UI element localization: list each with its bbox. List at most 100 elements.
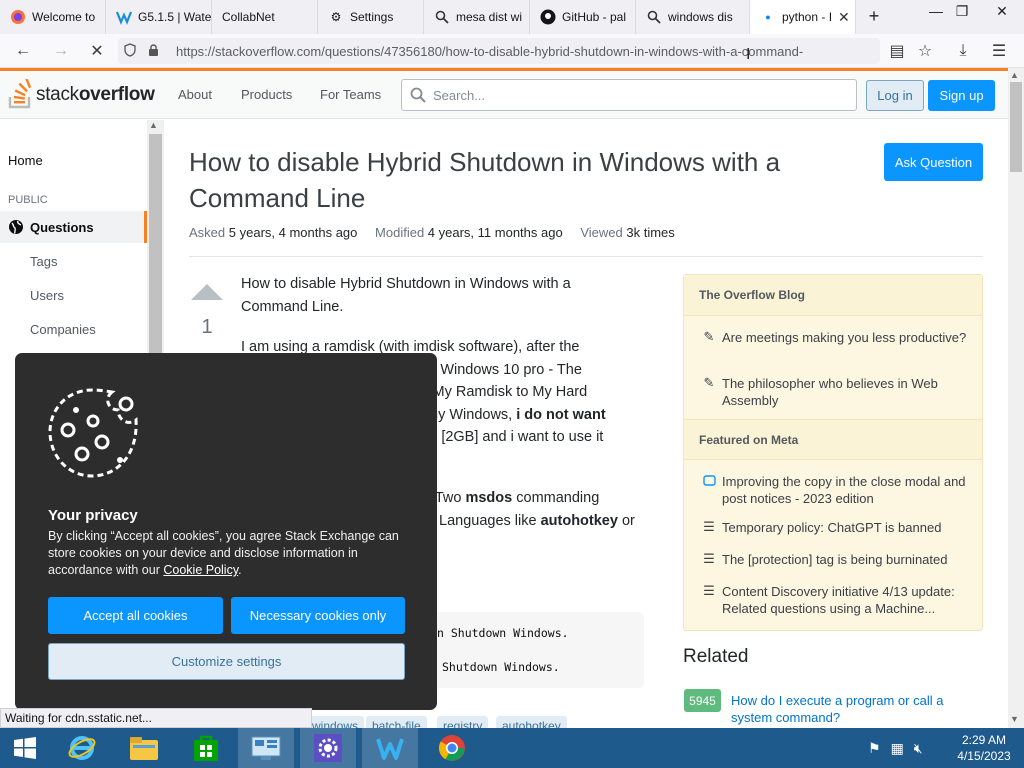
tab-github[interactable]: GitHub - pal [530, 0, 636, 34]
tab-label: G5.1.5 | Wate [138, 10, 212, 24]
blog-title: The Overflow Blog [684, 275, 982, 316]
question-title[interactable]: How to disable Hybrid Shutdown in Window… [189, 144, 849, 216]
text-cursor-icon: I [746, 46, 751, 63]
browser-status-text: Waiting for cdn.sstatic.net... [0, 708, 312, 728]
close-tab-icon[interactable]: ✕ [838, 9, 850, 26]
downloads-icon[interactable]: ⤓ [950, 39, 976, 63]
signup-button[interactable]: Sign up [928, 80, 995, 111]
meta-item[interactable]: Content Discovery initiative 4/13 update… [722, 583, 968, 617]
stack-exchange-icon: ☰ [703, 583, 715, 598]
chrome-icon[interactable] [424, 728, 480, 768]
windows-logo-icon [14, 737, 36, 759]
code-line: Shutdown Windows. [442, 660, 560, 674]
reader-view-icon[interactable]: ▤ [884, 39, 910, 63]
blog-item[interactable]: The philosopher who believes in Web Asse… [722, 375, 968, 409]
tab-label: windows dis [668, 10, 733, 24]
settings-gear-icon[interactable] [300, 728, 356, 768]
page-scrollbar[interactable]: ▲ ▼ [1008, 68, 1024, 728]
asked-label: Asked [189, 225, 226, 240]
meta-title: Featured on Meta [684, 419, 982, 460]
meta-item[interactable]: Temporary policy: ChatGPT is banned [722, 519, 968, 536]
flag-icon[interactable]: ⚑ [868, 740, 881, 757]
ie-icon[interactable] [54, 728, 110, 768]
bookmark-star-icon[interactable]: ☆ [912, 39, 938, 63]
search-input[interactable]: Search... [401, 79, 857, 111]
sidebar-item-users[interactable]: Users [30, 288, 64, 303]
tab-settings[interactable]: ⚙ Settings [318, 0, 424, 34]
sidebar-item-questions[interactable]: Questions [0, 211, 147, 243]
modified-label: Modified [375, 225, 425, 240]
shield-icon [124, 42, 140, 60]
nav-about[interactable]: About [178, 87, 212, 102]
search-icon [646, 9, 662, 25]
close-window-icon[interactable]: ✕ [986, 0, 1018, 22]
tab-collabnet[interactable]: CollabNet [212, 0, 318, 34]
stackoverflow-logo-icon[interactable] [8, 79, 34, 109]
stack-exchange-icon: ☰ [703, 519, 715, 534]
tab-welcome[interactable]: Welcome to [0, 0, 106, 34]
sidebar-item-tags[interactable]: Tags [30, 254, 57, 269]
viewed-value: 3k times [626, 225, 675, 240]
cookie-icon [48, 388, 138, 478]
blog-item[interactable]: Are meetings making you less productive? [722, 329, 968, 346]
related-question-link[interactable]: How do I execute a program or call a sys… [731, 692, 981, 726]
network-icon[interactable]: ▦ [891, 740, 904, 757]
url-bar[interactable]: https://stackoverflow.com/questions/4735… [118, 38, 880, 64]
gear-icon: ⚙ [330, 10, 342, 24]
firefox-icon [10, 9, 26, 25]
nav-products[interactable]: Products [241, 87, 292, 102]
pencil-icon: ✎ [703, 375, 715, 390]
page-scroll-thumb[interactable] [1010, 82, 1022, 172]
modified-value[interactable]: 4 years, 11 months ago [428, 225, 563, 240]
upvote-arrow-icon[interactable] [191, 284, 223, 300]
lock-icon [148, 43, 164, 60]
file-explorer-icon[interactable] [116, 728, 172, 768]
login-button[interactable]: Log in [866, 80, 924, 111]
forward-icon[interactable]: → [48, 39, 74, 63]
scroll-up-icon[interactable]: ▲ [1010, 70, 1019, 80]
accept-all-cookies-button[interactable]: Accept all cookies [48, 597, 223, 634]
nav-for-teams[interactable]: For Teams [320, 87, 381, 102]
sidebar-item-home[interactable]: Home [8, 153, 43, 168]
cookie-policy-link[interactable]: Cookie Policy [163, 563, 238, 577]
scroll-down-icon[interactable]: ▼ [1010, 714, 1019, 724]
code-line: n Shutdown Windows. [437, 626, 569, 640]
tab-label: CollabNet [222, 10, 275, 24]
meta-item[interactable]: The [protection] tag is being burninated [722, 551, 968, 568]
ask-question-button[interactable]: Ask Question [884, 143, 983, 181]
start-button[interactable] [0, 728, 50, 768]
system-tray: ⚑ ▦ 🔇︎ [868, 728, 923, 768]
asked-value[interactable]: 5 years, 4 months ago [229, 225, 358, 240]
loading-dot-icon: ● [765, 12, 771, 22]
globe-icon [8, 219, 24, 235]
tab-windows-search[interactable]: windows dis [636, 0, 750, 34]
tab-python-active[interactable]: ● python - I ✕ [750, 0, 856, 34]
restore-icon[interactable]: ❐ [946, 0, 978, 22]
windows-taskbar: ⚑ ▦ 🔇︎ 2:29 AM 4/15/2023 [0, 728, 1024, 768]
cookie-title: Your privacy [48, 507, 138, 524]
taskbar-clock[interactable]: 2:29 AM 4/15/2023 [948, 732, 1020, 764]
waterfox-icon[interactable] [362, 728, 418, 768]
menu-icon[interactable]: ☰ [986, 39, 1012, 63]
sidebar-item-companies[interactable]: Companies [30, 322, 96, 337]
chat-bubble-icon [702, 474, 716, 488]
back-icon[interactable]: ← [10, 39, 36, 63]
tab-mesa-search[interactable]: mesa dist wi [424, 0, 530, 34]
question-meta: Asked 5 years, 4 months ago Modified 4 y… [189, 225, 689, 240]
meta-item[interactable]: Improving the copy in the close modal an… [722, 473, 968, 507]
stop-loading-icon[interactable]: ✕ [84, 39, 110, 63]
sidebar-scroll-thumb[interactable] [149, 134, 162, 354]
stack-exchange-icon: ☰ [703, 551, 715, 566]
stackoverflow-wordmark[interactable]: stackoverflow [36, 84, 155, 106]
store-icon[interactable] [178, 728, 234, 768]
control-panel-icon[interactable] [238, 728, 294, 768]
customize-settings-button[interactable]: Customize settings [48, 643, 405, 680]
new-tab-button[interactable]: + [858, 5, 890, 27]
scroll-up-icon[interactable]: ▲ [149, 120, 158, 130]
necessary-cookies-only-button[interactable]: Necessary cookies only [231, 597, 405, 634]
related-score-badge[interactable]: 5945 [684, 689, 721, 712]
sidebar-item-label: Questions [30, 219, 94, 235]
volume-muted-icon[interactable]: 🔇︎ [914, 740, 923, 757]
tab-waterfox[interactable]: G5.1.5 | Wate [106, 0, 212, 34]
viewed-label: Viewed [580, 225, 623, 240]
